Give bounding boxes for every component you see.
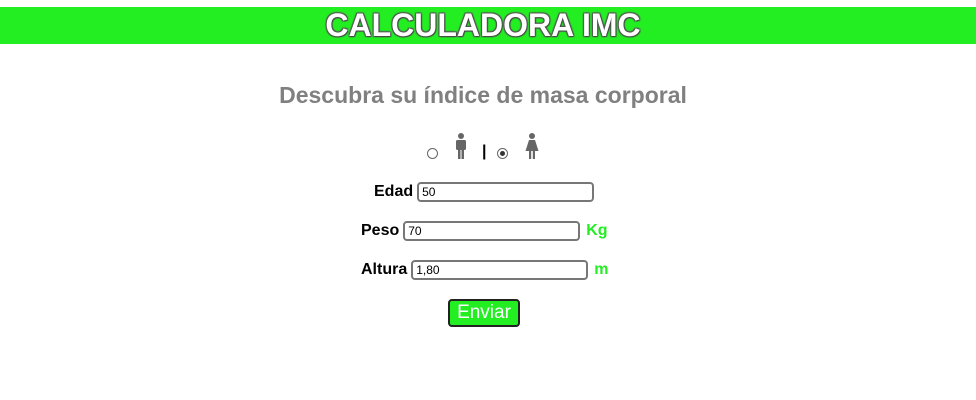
peso-label: Peso [361, 222, 400, 239]
gender-selector: | [426, 131, 556, 167]
altura-input[interactable] [411, 260, 589, 280]
gender-separator: | [482, 143, 487, 160]
male-icon [455, 133, 467, 165]
radio-selected-dot [500, 151, 505, 156]
submit-button[interactable]: Enviar [448, 299, 520, 327]
peso-unit: Kg [586, 222, 608, 239]
page-subtitle: Descubra su índice de masa corporal [279, 82, 687, 108]
form-row-altura: Altura m [361, 259, 608, 281]
header-bar: CALCULADORA IMC [0, 7, 976, 44]
page: CALCULADORA IMC Descubra su índice de ma… [0, 0, 976, 400]
edad-input[interactable] [417, 182, 595, 202]
female-icon [525, 133, 539, 165]
app-title: CALCULADORA IMC [325, 7, 641, 43]
form-row-peso: Peso Kg [361, 220, 608, 242]
edad-label: Edad [374, 183, 414, 200]
gender-radio-male[interactable] [427, 148, 438, 159]
peso-input[interactable] [403, 221, 581, 241]
altura-unit: m [594, 261, 609, 278]
altura-label: Altura [361, 261, 408, 278]
gender-radio-female[interactable] [497, 148, 508, 159]
form-row-edad: Edad [374, 181, 595, 203]
